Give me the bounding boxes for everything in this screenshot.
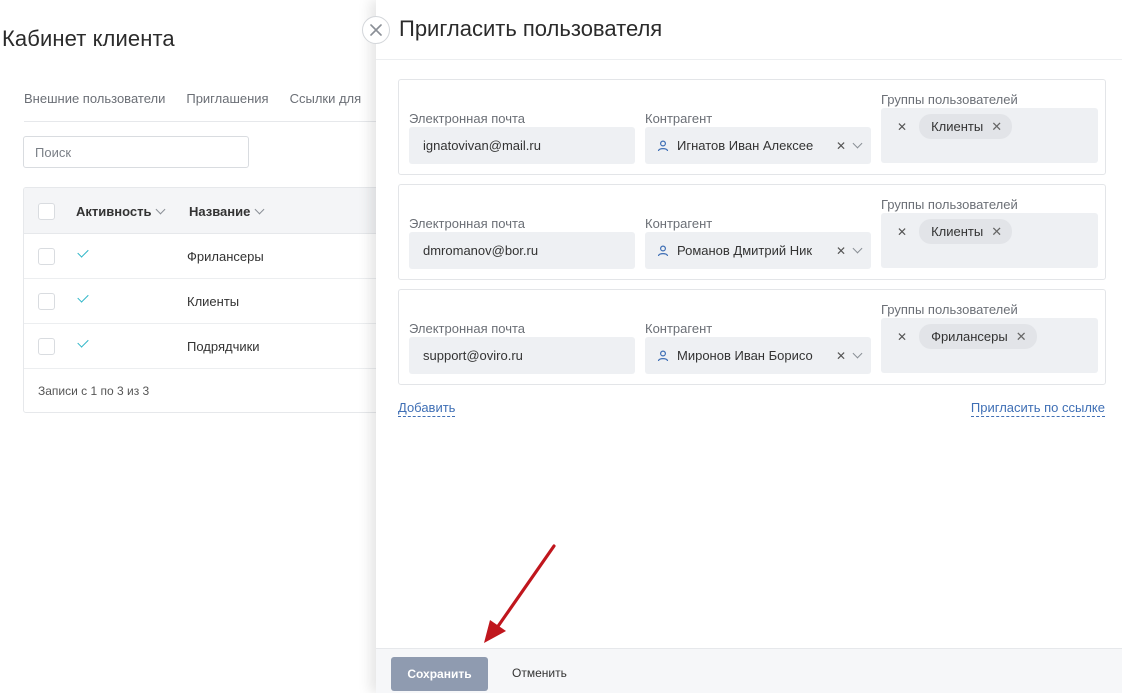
page-title: Кабинет клиента: [2, 26, 175, 51]
contractor-select[interactable]: Миронов Иван Борисо ✕: [645, 337, 871, 374]
invite-row: Электронная почта Контрагент Группы поль…: [398, 289, 1106, 385]
remove-chip-icon[interactable]: ✕: [991, 224, 1002, 240]
close-icon: [370, 24, 382, 36]
clear-icon[interactable]: ✕: [836, 139, 846, 153]
tab-links[interactable]: Ссылки для: [290, 91, 362, 106]
group-chip: Фрилансеры ✕: [919, 324, 1037, 349]
cancel-button[interactable]: Отменить: [512, 666, 567, 680]
panel-footer: Сохранить Отменить: [376, 648, 1122, 693]
groups-select[interactable]: ✕ Фрилансеры ✕: [881, 318, 1098, 373]
groups-label: Группы пользователей: [881, 197, 1018, 212]
column-name[interactable]: Название: [189, 204, 265, 219]
group-chip: Клиенты ✕: [919, 219, 1013, 244]
add-invite-link[interactable]: Добавить: [398, 400, 456, 417]
groups-select[interactable]: ✕ Клиенты ✕: [881, 213, 1098, 268]
column-activity[interactable]: Активность: [76, 204, 166, 219]
search-input[interactable]: Поиск: [23, 136, 249, 168]
row-name: Фрилансеры: [187, 249, 264, 264]
save-button[interactable]: Сохранить: [391, 657, 488, 691]
row-checkbox[interactable]: [38, 338, 55, 355]
panel-divider: [376, 59, 1122, 60]
email-label: Электронная почта: [409, 216, 526, 231]
groups-label: Группы пользователей: [881, 92, 1018, 107]
clear-icon[interactable]: ✕: [836, 244, 846, 258]
row-checkbox[interactable]: [38, 248, 55, 265]
check-icon: [77, 336, 89, 348]
user-icon: [657, 349, 669, 361]
table-row[interactable]: Подрядчики: [24, 324, 382, 369]
chevron-down-icon: [156, 204, 166, 215]
invite-row: Электронная почта Контрагент Группы поль…: [398, 79, 1106, 175]
email-field[interactable]: dmromanov@bor.ru: [409, 232, 635, 269]
search-placeholder: Поиск: [35, 144, 72, 160]
contractor-label: Контрагент: [645, 111, 713, 126]
tab-invitations[interactable]: Приглашения: [186, 91, 268, 106]
contractor-select[interactable]: Игнатов Иван Алексее ✕: [645, 127, 871, 164]
contractor-label: Контрагент: [645, 321, 713, 336]
contractor-label: Контрагент: [645, 216, 713, 231]
chevron-down-icon: [254, 204, 265, 215]
user-icon: [657, 139, 669, 151]
close-button[interactable]: [362, 16, 390, 44]
email-label: Электронная почта: [409, 321, 526, 336]
clear-all-icon[interactable]: ✕: [897, 330, 907, 344]
groups-label: Группы пользователей: [881, 302, 1018, 317]
chevron-down-icon: [852, 243, 863, 254]
clear-all-icon[interactable]: ✕: [897, 120, 907, 134]
remove-chip-icon[interactable]: ✕: [991, 119, 1002, 135]
invite-user-panel: Пригласить пользователя Электронная почт…: [376, 0, 1122, 693]
table-row[interactable]: Фрилансеры: [24, 234, 382, 279]
tabs-bar: Внешние пользователи Приглашения Ссылки …: [24, 91, 361, 106]
tab-external-users[interactable]: Внешние пользователи: [24, 91, 165, 106]
groups-select[interactable]: ✕ Клиенты ✕: [881, 108, 1098, 163]
email-label: Электронная почта: [409, 111, 526, 126]
table-header: Активность Название: [24, 188, 382, 234]
invite-row: Электронная почта Контрагент Группы поль…: [398, 184, 1106, 280]
groups-table: Активность Название Фрилансеры Клиенты П…: [23, 187, 383, 413]
row-checkbox[interactable]: [38, 293, 55, 310]
invite-by-link-link[interactable]: Пригласить по ссылке: [970, 400, 1105, 417]
check-icon: [77, 246, 89, 258]
remove-chip-icon[interactable]: ✕: [1016, 329, 1027, 345]
chevron-down-icon: [852, 138, 863, 149]
panel-title: Пригласить пользователя: [399, 16, 663, 41]
row-name: Подрядчики: [187, 339, 260, 354]
tabs-divider: [24, 121, 384, 122]
group-chip: Клиенты ✕: [919, 114, 1013, 139]
email-field[interactable]: support@oviro.ru: [409, 337, 635, 374]
row-name: Клиенты: [187, 294, 240, 309]
table-row[interactable]: Клиенты: [24, 279, 382, 324]
chevron-down-icon: [852, 348, 863, 359]
clear-icon[interactable]: ✕: [836, 349, 846, 363]
check-icon: [77, 291, 89, 303]
user-icon: [657, 244, 669, 256]
clear-all-icon[interactable]: ✕: [897, 225, 907, 239]
email-field[interactable]: ignatovivan@mail.ru: [409, 127, 635, 164]
contractor-select[interactable]: Романов Дмитрий Ник ✕: [645, 232, 871, 269]
select-all-checkbox[interactable]: [38, 203, 55, 220]
table-footer: Записи с 1 по 3 из 3: [38, 384, 150, 398]
